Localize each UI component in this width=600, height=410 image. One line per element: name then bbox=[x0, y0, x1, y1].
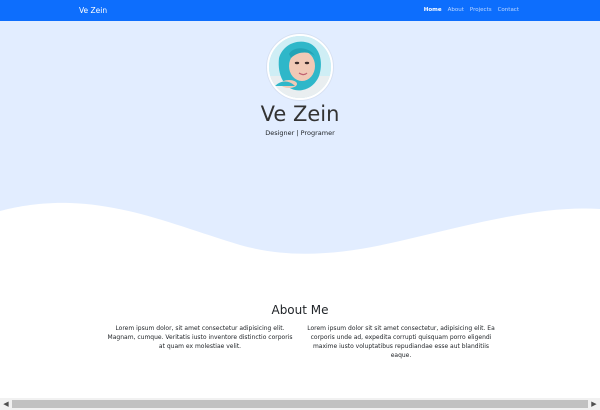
profile-avatar bbox=[267, 34, 333, 100]
nav-link-home[interactable]: Home bbox=[424, 6, 442, 15]
about-paragraph-left: Lorem ipsum dolor, sit amet consectetur … bbox=[107, 325, 293, 350]
hero-subtitle: Designer | Programer bbox=[265, 129, 335, 137]
avatar-portrait-icon bbox=[269, 36, 331, 98]
about-title: About Me bbox=[271, 303, 329, 317]
nav-link-projects[interactable]: Projects bbox=[470, 6, 492, 15]
nav-link-about[interactable]: About bbox=[448, 6, 464, 15]
scrollbar-thumb[interactable] bbox=[12, 400, 588, 408]
nav-link-contact[interactable]: Contact bbox=[498, 6, 519, 15]
hero-name: Ve Zein bbox=[260, 102, 340, 126]
horizontal-scrollbar[interactable]: ◀ ▶ bbox=[0, 398, 600, 410]
navbar: Ve Zein Home About Projects Contact bbox=[0, 0, 600, 21]
nav-links: Home About Projects Contact bbox=[424, 6, 519, 15]
page: Ve Zein Home About Projects Contact Ve Z… bbox=[0, 0, 600, 410]
navbar-brand[interactable]: Ve Zein bbox=[79, 5, 107, 16]
scroll-right-arrow-icon[interactable]: ▶ bbox=[588, 398, 600, 410]
scroll-left-arrow-icon[interactable]: ◀ bbox=[0, 398, 12, 410]
about-paragraph-right: Lorem ipsum dolor sit sit amet consectet… bbox=[307, 325, 495, 359]
